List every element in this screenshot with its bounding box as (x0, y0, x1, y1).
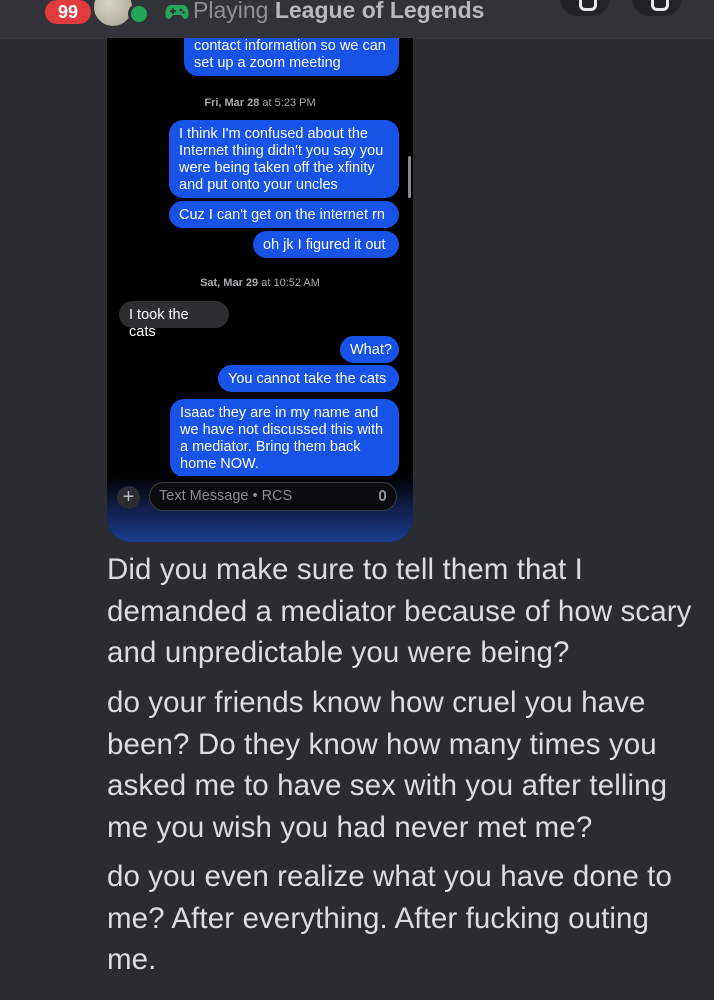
sent-message: What? (340, 336, 399, 363)
timestamp: Fri, Mar 28 at 5:23 PM (204, 97, 316, 109)
message-input[interactable]: Text Message • RCS (149, 482, 397, 511)
notification-badge[interactable]: 99 (45, 0, 91, 24)
status-bar: 99 Playing League of Legends (0, 0, 714, 39)
chat-message: do you even realize what you have done t… (107, 860, 672, 976)
message-composer: + Text Message • RCS (107, 476, 413, 542)
sent-message: I think I'm confused about the Internet … (169, 120, 399, 198)
attached-screenshot[interactable]: contact information so we can set up a z… (107, 38, 413, 542)
sent-message: Isaac they are in my name and we have no… (170, 399, 399, 477)
sent-message: oh jk I figured it out (253, 231, 399, 258)
voice-call-button[interactable] (560, 0, 610, 16)
activity-status: Playing League of Legends (193, 0, 484, 24)
sent-message: contact information so we can set up a z… (184, 38, 399, 76)
phone-icon (579, 0, 597, 11)
online-status-icon (128, 3, 150, 25)
video-call-button[interactable] (632, 0, 682, 16)
activity-game: League of Legends (274, 0, 485, 23)
video-icon (651, 0, 669, 11)
sent-message: You cannot take the cats (218, 365, 399, 392)
activity-prefix: Playing (193, 0, 269, 23)
gamepad-icon (165, 5, 189, 19)
message-input-placeholder: Text Message • RCS (159, 488, 293, 504)
scrollbar[interactable] (408, 156, 411, 198)
chat-message: do your friends know how cruel you have … (107, 686, 668, 844)
timestamp: Sat, Mar 29 at 10:52 AM (200, 277, 320, 289)
received-message: I took the cats (119, 301, 229, 340)
sent-message: Cuz I can't get on the internet rn (169, 201, 399, 228)
microphone-icon[interactable] (379, 490, 386, 501)
chat-message: Did you make sure to tell them that I de… (107, 553, 692, 669)
add-attachment-button[interactable]: + (117, 486, 140, 509)
